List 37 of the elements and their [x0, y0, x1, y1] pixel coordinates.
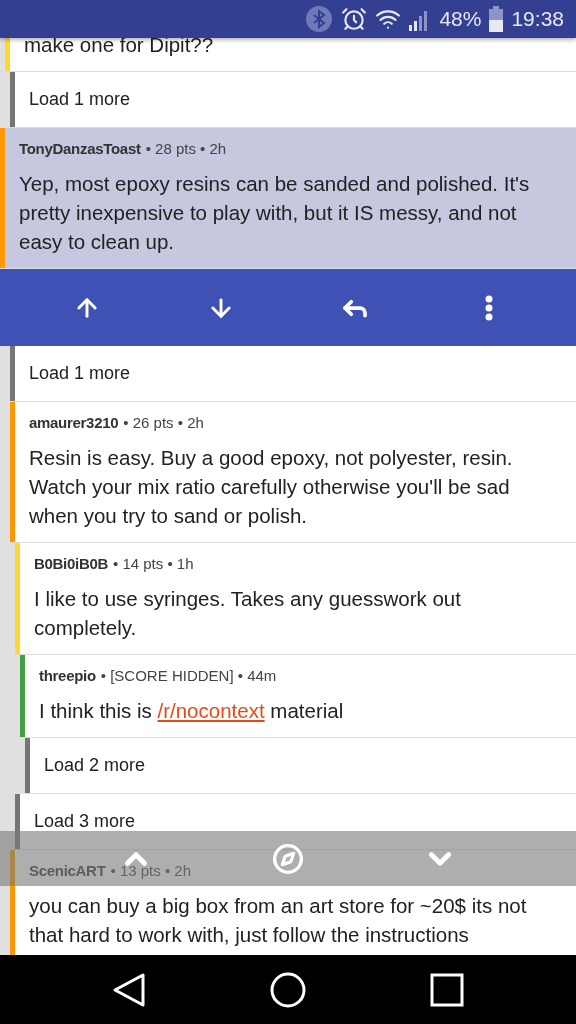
- comment-author[interactable]: TonyDanzasToast: [19, 140, 141, 157]
- load-more-row[interactable]: Load 3 more: [15, 794, 576, 850]
- comment-text: Resin is easy. Buy a good epoxy, not polyester, resin. Watch your mix ratio carefully otherwise you'll be sad when you try to sand or polish.: [29, 445, 514, 529]
- load-more-label[interactable]: Load 2 more: [30, 755, 146, 776]
- load-more-label[interactable]: Load 1 more: [15, 89, 131, 110]
- compass-icon: [272, 842, 304, 875]
- comment-meta: • 26 pts • 2h: [123, 414, 204, 431]
- comment-card[interactable]: TonyDanzasToast • 28 pts • 2h Yep, most epoxy resins can be sanded and polished. It's pretty inexpensive to play with, but it IS messy, and not easy to clean up.: [0, 128, 576, 269]
- comment-meta: • [SCORE HIDDEN] • 44m: [100, 667, 277, 684]
- comment-author[interactable]: amaurer3210: [29, 414, 119, 431]
- load-more-row[interactable]: Load 1 more: [10, 72, 576, 128]
- battery-icon: [489, 6, 504, 32]
- load-more-label[interactable]: Load 1 more: [15, 363, 131, 384]
- comment-text: you can buy a big box from an art store for ~20$ its not that hard to work with, just follow the instructions: [29, 893, 528, 948]
- comment-author[interactable]: threepio: [39, 667, 96, 684]
- more-icon: [485, 294, 493, 321]
- comment-card[interactable]: B0Bi0iB0B • 14 pts • 1h I like to use syringes. Takes any guesswork out completely.: [15, 543, 576, 655]
- comment-meta: • 13 pts • 2h: [110, 862, 192, 879]
- load-more-label[interactable]: Load 3 more: [20, 811, 136, 832]
- load-more-row[interactable]: Load 2 more: [25, 738, 576, 794]
- comment-meta: • 28 pts • 2h: [145, 140, 227, 157]
- battery-percent: 48%: [439, 7, 482, 31]
- alarm-icon: [341, 6, 368, 32]
- comment-card[interactable]: amaurer3210 • 26 pts • 2h Resin is easy. Buy a good epoxy, not polyester, resin. Watch your mix ratio carefully otherwise you'll be sad when you try to sand or polish.: [10, 402, 576, 543]
- bluetooth-icon: [305, 5, 334, 33]
- comment-text: I like to use syringes. Takes any guesswork out completely.: [34, 586, 462, 641]
- comment-author[interactable]: B0Bi0iB0B: [34, 555, 108, 572]
- comment-card[interactable]: make one for Dipit??: [5, 38, 576, 72]
- comment-text: make one for Dipit??: [24, 38, 215, 58]
- comment-meta: • 14 pts • 1h: [113, 555, 194, 572]
- load-more-row[interactable]: Load 1 more: [10, 346, 576, 402]
- comment-text: I think this is /r/nocontext material: [39, 698, 345, 724]
- comment-card[interactable]: ScenicART • 13 pts • 2h you can buy a big box from an art store for ~20$ its not that hard to work with, just follow the instructions: [10, 850, 576, 955]
- comment-card[interactable]: threepio • [SCORE HIDDEN] • 44m I think this is /r/nocontext material: [20, 655, 576, 738]
- comment-text: Yep, most epoxy resins can be sanded and polished. It's pretty inexpensive to play with, but it IS messy, and not easy to clean up.: [19, 171, 531, 255]
- clock-time: 19:38: [511, 7, 564, 31]
- subreddit-link[interactable]: /r/nocontext: [157, 699, 265, 722]
